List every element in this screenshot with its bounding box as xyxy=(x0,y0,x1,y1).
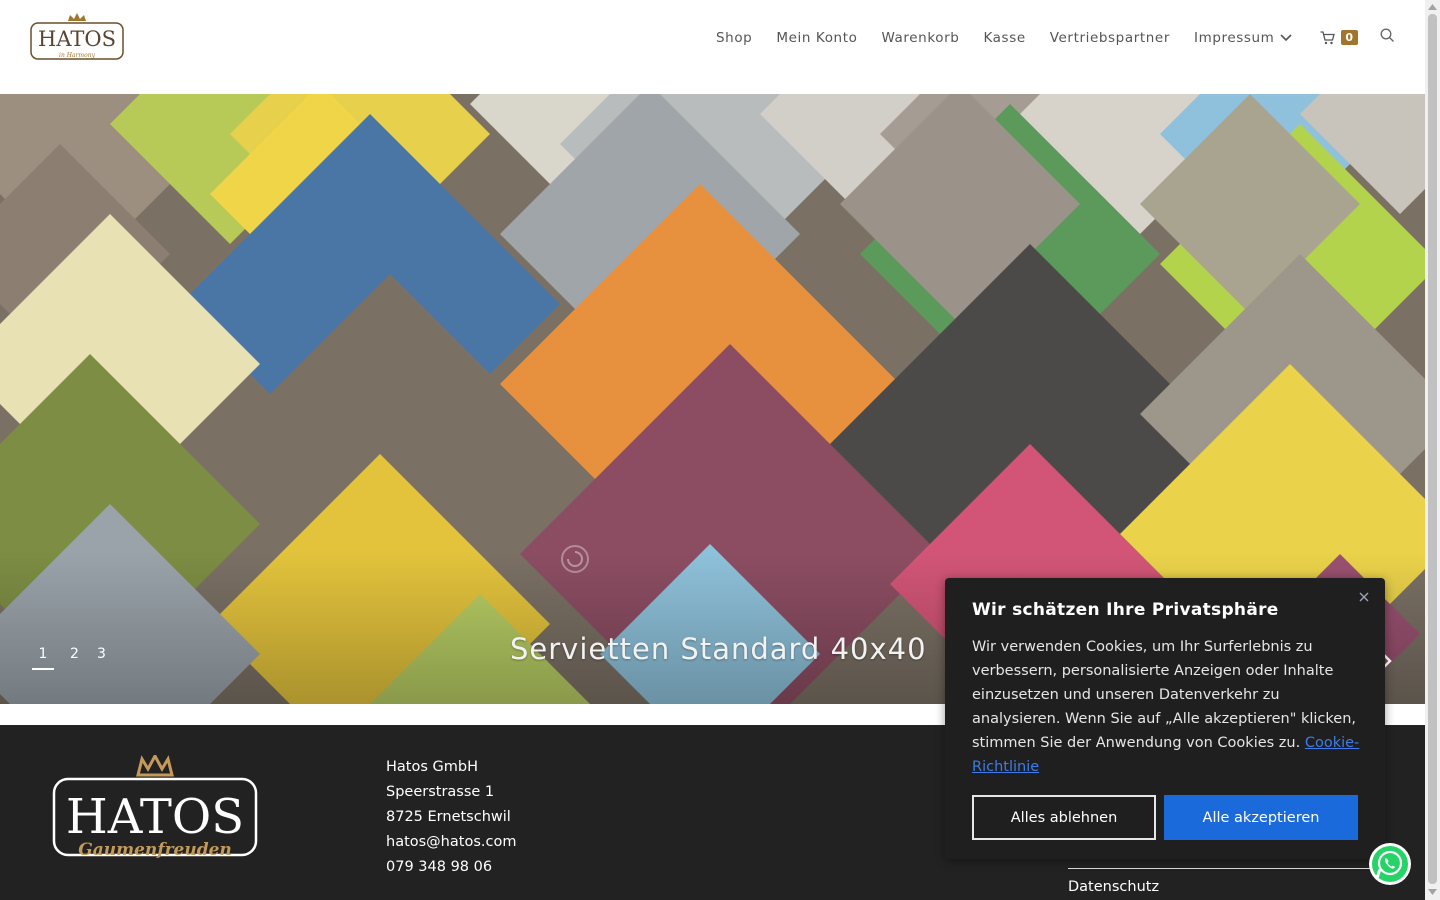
company-name: Hatos GmbH xyxy=(386,759,478,775)
chevron-down-icon xyxy=(1280,33,1292,41)
nav-impressum-label: Impressum xyxy=(1193,29,1275,46)
nav-shop[interactable]: Shop xyxy=(716,30,752,46)
scrollbar-thumb[interactable] xyxy=(1428,14,1437,884)
company-city: 8725 Ernetschwil xyxy=(386,809,511,825)
footer-logo[interactable]: HATOS Gaumenfreuden xyxy=(52,755,260,865)
cart-button[interactable]: 0 xyxy=(1320,30,1358,45)
search-icon xyxy=(1380,28,1394,42)
slide-page-2[interactable]: 2 xyxy=(68,646,81,670)
scroll-up-icon[interactable] xyxy=(1428,4,1437,10)
decline-all-button[interactable]: Alles ablehnen xyxy=(972,795,1156,840)
company-phone[interactable]: 079 348 98 06 xyxy=(386,855,516,880)
slide-pagination: 1 2 3 xyxy=(32,646,108,670)
scroll-down-icon[interactable] xyxy=(1428,889,1437,895)
logo-sub: in Harmony xyxy=(59,52,96,59)
nav-mein-konto[interactable]: Mein Konto xyxy=(776,30,857,46)
accept-all-button[interactable]: Alle akzeptieren xyxy=(1164,795,1358,840)
nav-warenkorb[interactable]: Warenkorb xyxy=(881,30,959,46)
cart-count-badge: 0 xyxy=(1341,30,1358,45)
company-street: Speerstrasse 1 xyxy=(386,784,495,800)
footer-logo-sub: Gaumenfreuden xyxy=(78,840,232,860)
slide-title: Servietten Standard 40x40 xyxy=(510,632,927,666)
company-address: Hatos GmbH Speerstrasse 1 8725 Ernetschw… xyxy=(386,755,516,880)
whatsapp-icon[interactable] xyxy=(1368,842,1412,886)
cart-icon xyxy=(1320,30,1336,44)
hatos-logo[interactable]: HATOS in Harmony xyxy=(30,12,124,62)
cookie-consent-dialog: Wir schätzen Ihre Privatsphäre Wir verwe… xyxy=(945,578,1385,859)
site-header: HATOS in Harmony Shop Mein Konto Warenko… xyxy=(0,0,1425,94)
loading-spinner-icon xyxy=(561,545,589,573)
company-email[interactable]: hatos@hatos.com xyxy=(386,830,516,855)
cookie-title: Wir schätzen Ihre Privatsphäre xyxy=(972,600,1279,620)
main-nav: Shop Mein Konto Warenkorb Kasse Vertrieb… xyxy=(716,28,1395,47)
cookie-text: Wir verwenden Cookies, um Ihr Surferlebn… xyxy=(972,635,1362,779)
search-button[interactable] xyxy=(1380,28,1395,47)
nav-vertriebspartner[interactable]: Vertriebspartner xyxy=(1050,30,1170,46)
footer-logo-text: HATOS xyxy=(66,789,244,845)
nav-kasse[interactable]: Kasse xyxy=(983,30,1025,46)
logo-text: HATOS xyxy=(38,27,116,51)
footer-link-datenschutz[interactable]: Datenschutz xyxy=(1068,868,1378,895)
slide-page-3[interactable]: 3 xyxy=(95,646,108,670)
nav-impressum[interactable]: Impressum xyxy=(1194,30,1292,46)
cookie-body: Wir verwenden Cookies, um Ihr Surferlebn… xyxy=(972,639,1356,751)
close-icon[interactable] xyxy=(1357,590,1371,604)
slide-page-1[interactable]: 1 xyxy=(32,646,54,670)
